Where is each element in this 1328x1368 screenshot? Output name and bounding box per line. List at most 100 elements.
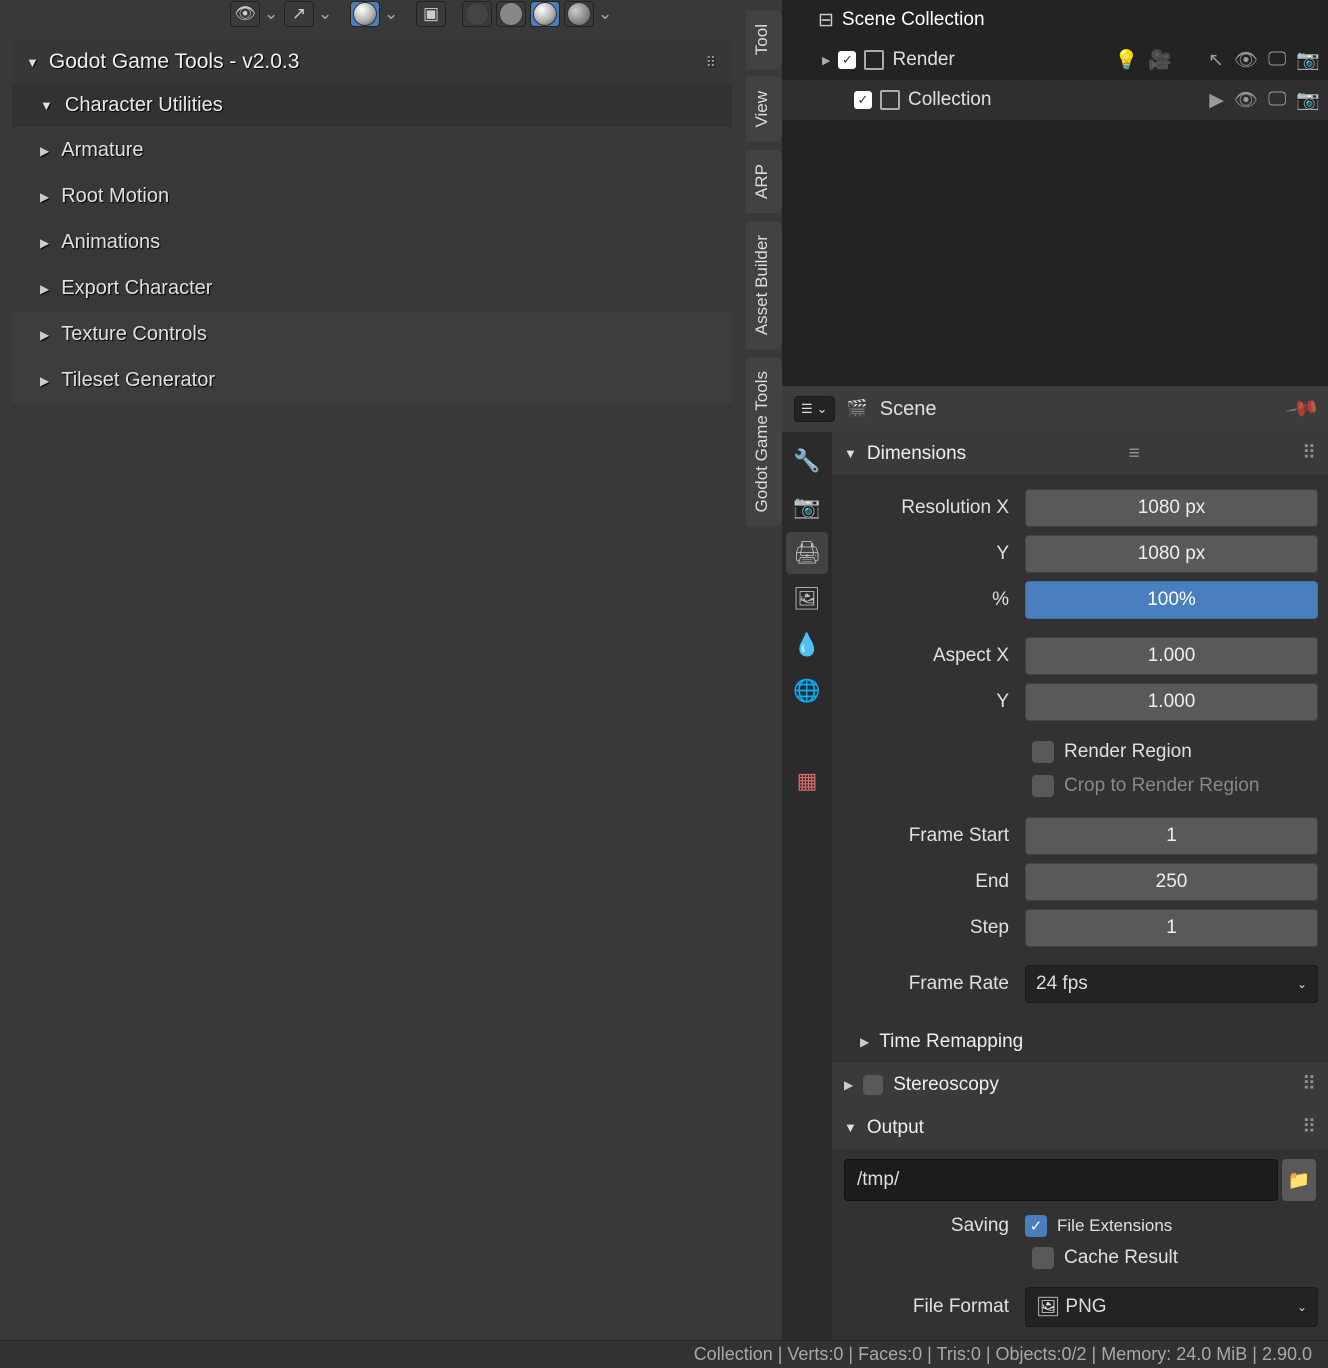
- viewport-area[interactable]: 👁 ⌄ ↗ ⌄ ⌄ ▣ ⌄ ▼ Godot Game Tools - v2.0.…: [0, 0, 782, 1340]
- ptab-scene[interactable]: 💧: [786, 624, 828, 666]
- folder-browse-button[interactable]: 📁: [1282, 1159, 1316, 1201]
- input-resolution-pct[interactable]: 100%: [1025, 581, 1318, 619]
- list-icon[interactable]: ≡: [1129, 443, 1140, 465]
- monitor-icon[interactable]: 🖵: [1268, 89, 1286, 111]
- cursor-icon[interactable]: ↖: [1208, 49, 1224, 72]
- eye-icon[interactable]: 👁: [1234, 48, 1258, 72]
- chevron-down-icon[interactable]: ⌄: [318, 4, 334, 24]
- shading-wireframe-button[interactable]: [462, 1, 492, 27]
- collection-icon: [864, 50, 884, 70]
- checkbox-cache-result[interactable]: Cache Result: [832, 1241, 1328, 1275]
- tab-tool[interactable]: Tool: [746, 10, 782, 69]
- ptab-world[interactable]: 🌐: [786, 670, 828, 712]
- select-file-format[interactable]: 🖼 PNG⌄: [1025, 1287, 1318, 1327]
- label-resolution-y: Y: [842, 543, 1017, 565]
- render-camera-icon[interactable]: 📷: [1296, 88, 1320, 112]
- subpanel-time-remapping[interactable]: ▶ Time Remapping: [832, 1021, 1328, 1063]
- panel-header[interactable]: ▼ Godot Game Tools - v2.0.3 ⠿: [12, 40, 732, 84]
- camera-icon[interactable]: 🎥: [1148, 48, 1172, 72]
- shading-rendered-button[interactable]: [564, 1, 594, 27]
- input-frame-start[interactable]: 1: [1025, 817, 1318, 855]
- triangle-right-icon[interactable]: ▶: [822, 54, 830, 67]
- monitor-icon[interactable]: 🖵: [1268, 49, 1286, 71]
- subpanel-stereoscopy[interactable]: ▶ Stereoscopy ⠿: [832, 1063, 1328, 1106]
- drag-handle-icon[interactable]: ⠿: [1302, 1073, 1316, 1096]
- collection-icon: [880, 90, 900, 110]
- panel-item-export-character[interactable]: ▶Export Character: [12, 266, 732, 311]
- subpanel-character-utilities[interactable]: ▼ Character Utilities: [12, 84, 732, 127]
- checkbox-empty-icon[interactable]: [863, 1075, 883, 1095]
- triangle-down-icon: ▼: [26, 55, 39, 70]
- collection-icon: ⊟: [818, 9, 834, 32]
- select-frame-rate[interactable]: 24 fps⌄: [1025, 965, 1318, 1003]
- chevron-down-icon[interactable]: ⌄: [264, 4, 280, 24]
- outliner-item-collection[interactable]: ✓ Collection ▶ 👁 🖵 📷: [782, 80, 1328, 120]
- shading-solid-button[interactable]: [496, 1, 526, 27]
- cursor-icon[interactable]: ▶: [1209, 89, 1224, 112]
- panel-title: Godot Game Tools - v2.0.3: [49, 50, 300, 74]
- input-aspect-y[interactable]: 1.000: [1025, 683, 1318, 721]
- output-path-input[interactable]: [844, 1159, 1278, 1201]
- panel-item-armature[interactable]: ▶Armature: [12, 128, 732, 173]
- checkbox-checked-icon[interactable]: ✓: [838, 51, 856, 69]
- input-resolution-y[interactable]: 1080 px: [1025, 535, 1318, 573]
- chevron-down-icon[interactable]: ⌄: [598, 4, 614, 24]
- outliner-scene-collection[interactable]: ⊟ Scene Collection: [782, 0, 1328, 40]
- ptab-viewlayer[interactable]: 🖼: [786, 578, 828, 620]
- triangle-down-icon: ▼: [40, 98, 53, 113]
- chevron-down-icon[interactable]: ⌄: [384, 4, 400, 24]
- checkbox-crop-region[interactable]: Crop to Render Region: [832, 769, 1328, 803]
- ptab-output[interactable]: 🖨: [786, 532, 828, 574]
- status-text: Collection | Verts:0 | Faces:0 | Tris:0 …: [694, 1344, 1312, 1365]
- tab-arp[interactable]: ARP: [746, 150, 782, 213]
- properties-tabs: 🔧 📷 🖨 🖼 💧 🌐 ▦: [782, 432, 832, 1340]
- gizmo-toggle-button[interactable]: ↗: [284, 1, 314, 27]
- label-frame-step: Step: [842, 917, 1017, 939]
- input-resolution-x[interactable]: 1080 px: [1025, 489, 1318, 527]
- label-resolution-pct: %: [842, 589, 1017, 611]
- xray-toggle-button[interactable]: ▣: [416, 1, 446, 27]
- label-frame-end: End: [842, 871, 1017, 893]
- triangle-right-icon: ▶: [40, 190, 49, 204]
- panel-item-root-motion[interactable]: ▶Root Motion: [12, 174, 732, 219]
- ptab-tool[interactable]: 🔧: [786, 440, 828, 482]
- visibility-toggle-button[interactable]: 👁: [230, 1, 260, 27]
- checkbox-empty-icon: [1032, 741, 1054, 763]
- ptab-texture[interactable]: ▦: [786, 760, 828, 802]
- outliner[interactable]: ⊟ Scene Collection ▶ ✓ Render 💡 🎥 ↖ 👁 🖵 …: [782, 0, 1328, 385]
- tab-view[interactable]: View: [746, 77, 782, 142]
- drag-handle-icon[interactable]: ⠿: [706, 54, 718, 71]
- tab-godot-game-tools[interactable]: Godot Game Tools: [746, 357, 782, 526]
- panel-item-animations[interactable]: ▶Animations: [12, 220, 732, 265]
- ptab-render[interactable]: 📷: [786, 486, 828, 528]
- triangle-right-icon: ▶: [40, 236, 49, 250]
- panel-item-tileset-generator[interactable]: ▶Tileset Generator: [12, 358, 732, 403]
- checkbox-file-extensions[interactable]: ✓: [1025, 1215, 1047, 1237]
- overlay-button-active[interactable]: [350, 1, 380, 27]
- panel-item-texture-controls[interactable]: ▶Texture Controls: [12, 312, 732, 357]
- outliner-item-render[interactable]: ▶ ✓ Render 💡 🎥 ↖ 👁 🖵 📷: [782, 40, 1328, 80]
- lightbulb-icon[interactable]: 💡: [1115, 48, 1139, 72]
- checkbox-render-region[interactable]: Render Region: [832, 735, 1328, 769]
- context-dropdown[interactable]: ☰⌄: [794, 396, 835, 422]
- drag-handle-icon[interactable]: ⠿: [1302, 442, 1316, 465]
- drag-handle-icon[interactable]: ⠿: [1302, 1116, 1316, 1139]
- subpanel-label: Character Utilities: [65, 94, 223, 117]
- triangle-right-icon: ▶: [860, 1035, 869, 1049]
- input-frame-end[interactable]: 250: [1025, 863, 1318, 901]
- input-frame-step[interactable]: 1: [1025, 909, 1318, 947]
- subpanel-output[interactable]: ▼ Output ⠿: [832, 1106, 1328, 1149]
- pin-icon[interactable]: 📌: [1284, 390, 1321, 427]
- checkbox-empty-icon: [1032, 775, 1054, 797]
- shading-material-button[interactable]: [530, 1, 560, 27]
- input-aspect-x[interactable]: 1.000: [1025, 637, 1318, 675]
- properties-content[interactable]: ▼ Dimensions ≡ ⠿ Resolution X1080 px Y10…: [832, 432, 1328, 1340]
- tab-asset-builder[interactable]: Asset Builder: [746, 221, 782, 349]
- subpanel-dimensions[interactable]: ▼ Dimensions ≡ ⠿: [832, 432, 1328, 475]
- image-icon: 🖼: [1036, 1295, 1060, 1319]
- triangle-down-icon: ▼: [844, 446, 857, 461]
- checkbox-checked-icon[interactable]: ✓: [854, 91, 872, 109]
- godot-tools-panel: ▼ Godot Game Tools - v2.0.3 ⠿ ▼ Characte…: [12, 40, 732, 403]
- eye-icon[interactable]: 👁: [1234, 88, 1258, 112]
- render-camera-icon[interactable]: 📷: [1296, 48, 1320, 72]
